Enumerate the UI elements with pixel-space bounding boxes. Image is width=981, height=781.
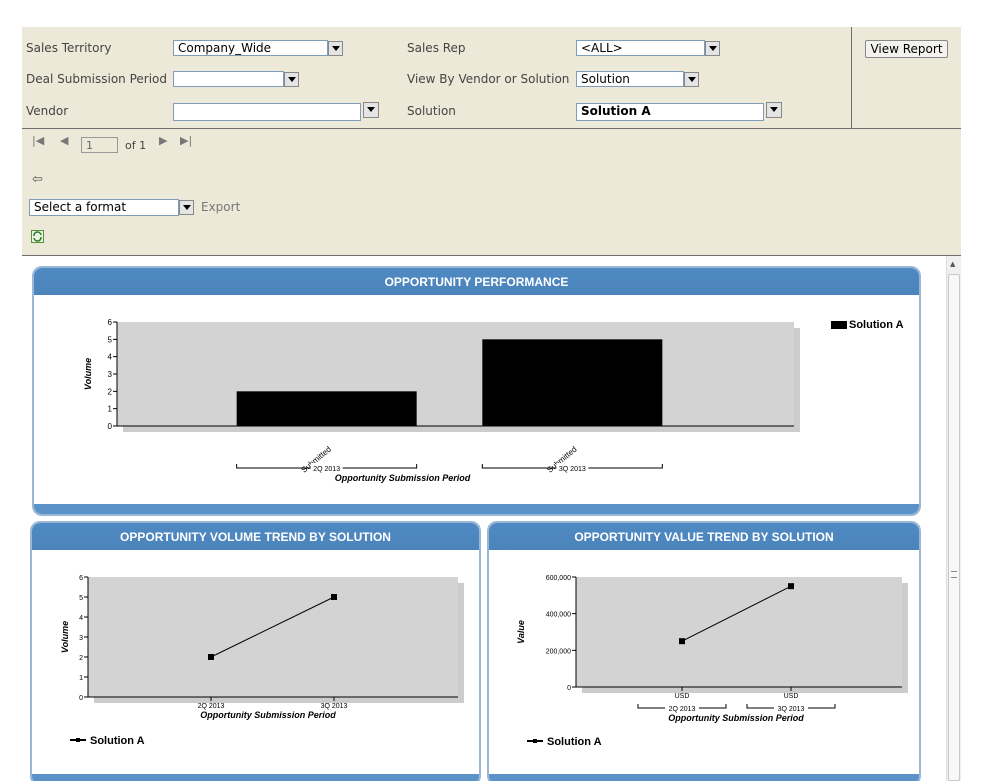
- x-tick-label: 2Q 2013: [198, 703, 225, 710]
- back-to-parent-icon[interactable]: ⇦: [32, 172, 43, 187]
- plot-area: [117, 322, 794, 426]
- y-axis-title: Volume: [60, 621, 70, 653]
- y-tick-label: 0: [79, 695, 83, 702]
- solution-label: Solution: [407, 104, 456, 118]
- y-tick-label: 200,000: [546, 648, 571, 655]
- y-axis-title: Value: [516, 620, 526, 644]
- y-tick-label: 2: [108, 387, 113, 396]
- vendor-select[interactable]: [173, 103, 361, 121]
- y-tick-label: 3: [79, 635, 83, 642]
- legend-swatch: [831, 321, 847, 329]
- solution-select[interactable]: Solution A: [576, 103, 764, 121]
- panel-footer: [32, 774, 479, 781]
- value-trend-title: OPPORTUNITY VALUE TREND BY SOLUTION: [489, 523, 919, 550]
- sales-rep-select[interactable]: <ALL>: [576, 40, 705, 56]
- sales-rep-label: Sales Rep: [407, 41, 466, 55]
- x-axis-title: Opportunity Submission Period: [335, 473, 471, 483]
- data-point: [679, 638, 685, 645]
- sales-territory-select[interactable]: Company_Wide: [173, 40, 328, 56]
- y-tick-label: 0: [567, 685, 571, 692]
- solution-dropdown-icon[interactable]: [766, 102, 782, 118]
- value-trend-chart: 0 200,000 400,000 600,000 Value USD 2Q 2013 USD…: [516, 575, 908, 748]
- sales-territory-dropdown-icon[interactable]: [328, 41, 343, 56]
- y-tick-label: 1: [108, 405, 113, 414]
- plot-area: [576, 577, 902, 687]
- volume-trend-panel: OPPORTUNITY VOLUME TREND BY SOLUTION 0 1 2…: [30, 521, 481, 781]
- plot-area: [88, 577, 458, 697]
- legend-label: Solution A: [547, 736, 602, 748]
- deal-period-dropdown-icon[interactable]: [284, 72, 299, 87]
- bar: [482, 339, 663, 426]
- export-format-select[interactable]: Select a format: [29, 199, 179, 216]
- refresh-icon[interactable]: [31, 230, 44, 243]
- volume-trend-chart: 0 1 2 3 4 5 6 Volume 2Q 2013 3Q 2013Opportunity S…: [60, 575, 464, 747]
- report-body: OPPORTUNITY PERFORMANCE 0 1 2 3 4 5 6 Volume Sub…: [22, 256, 946, 781]
- previous-page-icon[interactable]: ◀: [60, 134, 68, 147]
- view-by-dropdown-icon[interactable]: [684, 72, 699, 87]
- deal-period-label: Deal Submission Period: [26, 72, 168, 86]
- y-axis-title: Volume: [83, 358, 93, 390]
- y-tick-label: 1: [79, 675, 83, 682]
- group-label: 2Q 2013: [313, 466, 340, 473]
- scrollbar-thumb[interactable]: [948, 274, 960, 781]
- group-label: 3Q 2013: [778, 706, 805, 713]
- vendor-dropdown-icon[interactable]: [363, 102, 379, 118]
- y-tick-label: 6: [79, 575, 83, 582]
- data-point: [331, 594, 337, 600]
- deal-period-select[interactable]: [173, 71, 284, 87]
- y-tick-label: 400,000: [546, 612, 571, 619]
- view-by-label: View By Vendor or Solution: [407, 72, 570, 86]
- panel-footer: [489, 774, 919, 781]
- y-tick-label: 0: [108, 422, 113, 431]
- value-trend-panel: OPPORTUNITY VALUE TREND BY SOLUTION 0 200…: [487, 521, 921, 781]
- x-tick-label: USD: [675, 693, 690, 700]
- vendor-label: Vendor: [26, 104, 69, 118]
- panel-footer: [34, 504, 919, 514]
- data-point: [788, 583, 794, 590]
- scroll-up-icon[interactable]: ▲: [950, 260, 955, 268]
- first-page-icon[interactable]: |◀: [32, 134, 44, 147]
- x-axis-title: Opportunity Submission Period: [668, 713, 804, 723]
- x-tick-label: USD: [784, 693, 799, 700]
- opportunity-performance-chart: 0123456VolumeSubmitted2Q 2013 Submitted3Q…: [83, 318, 904, 483]
- volume-trend-title: OPPORTUNITY VOLUME TREND BY SOLUTION: [32, 523, 479, 550]
- y-tick-label: 4: [79, 615, 83, 622]
- opportunity-performance-title: OPPORTUNITY PERFORMANCE: [34, 268, 919, 295]
- sales-rep-dropdown-icon[interactable]: [705, 41, 720, 56]
- export-format-dropdown-icon[interactable]: [179, 200, 194, 215]
- view-report-button[interactable]: View Report: [865, 40, 948, 58]
- report-toolbar: |◀ ◀ 1 of 1 ▶ ▶| ⇦ Select a format Expor…: [22, 129, 961, 256]
- legend-label: Solution A: [90, 735, 145, 747]
- group-label: 2Q 2013: [669, 706, 696, 713]
- x-axis-title: Opportunity Submission Period: [200, 710, 336, 720]
- page-number-input[interactable]: 1: [81, 137, 118, 153]
- opportunity-performance-panel: OPPORTUNITY PERFORMANCE 0 1 2 3 4 5 6 Volume Sub…: [32, 266, 921, 516]
- params-divider: [851, 27, 852, 128]
- bar: [236, 391, 417, 426]
- y-tick-label: 4: [108, 353, 113, 362]
- y-tick-label: 6: [108, 318, 113, 327]
- x-tick-label: 3Q 2013: [321, 703, 348, 710]
- scroll-grip-icon: [951, 571, 957, 578]
- parameter-panel: Sales Territory Company_Wide Sales Rep <…: [22, 27, 961, 129]
- legend-marker: [76, 738, 80, 742]
- legend-marker: [533, 739, 537, 743]
- group-label: 3Q 2013: [559, 466, 586, 473]
- y-tick-label: 2: [79, 655, 83, 662]
- vertical-scrollbar[interactable]: ▲: [946, 256, 961, 781]
- next-page-icon[interactable]: ▶: [159, 134, 167, 147]
- export-link[interactable]: Export: [201, 200, 240, 214]
- view-by-select[interactable]: Solution: [576, 71, 684, 87]
- last-page-icon[interactable]: ▶|: [180, 134, 192, 147]
- y-tick-label: 5: [108, 335, 113, 344]
- y-tick-label: 3: [108, 370, 113, 379]
- y-tick-label: 600,000: [546, 575, 571, 582]
- y-tick-label: 5: [79, 595, 83, 602]
- page-count-label: of 1: [125, 139, 147, 152]
- legend-label: Solution A: [849, 319, 904, 331]
- data-point: [208, 654, 214, 660]
- sales-territory-label: Sales Territory: [26, 41, 112, 55]
